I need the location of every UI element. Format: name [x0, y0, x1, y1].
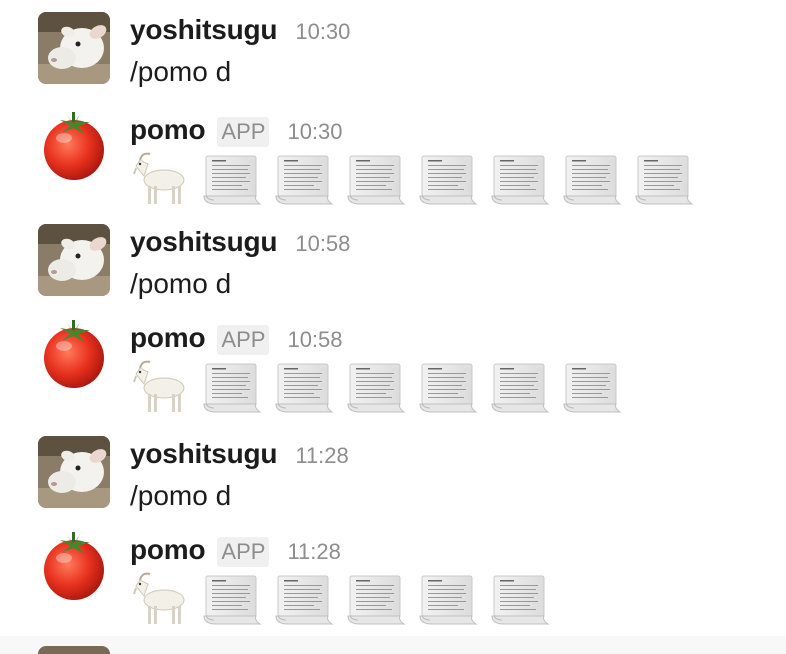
message-header: yoshitsugu 10:30	[130, 14, 350, 46]
goat-avatar-icon[interactable]	[38, 224, 110, 296]
message-text: /pomo d	[130, 56, 232, 87]
tomato-icon[interactable]	[38, 318, 110, 390]
page-curl-icon	[202, 574, 262, 626]
sender-name[interactable]: pomo	[130, 534, 206, 566]
page-curl-icon	[490, 574, 550, 626]
tomato-icon[interactable]	[38, 530, 110, 602]
goat-icon	[130, 150, 192, 206]
page-curl-icon	[346, 154, 406, 206]
sender-name[interactable]: yoshitsugu	[130, 438, 278, 470]
sender-name[interactable]: yoshitsugu	[130, 14, 278, 46]
page-curl-icon	[202, 362, 262, 414]
page-curl-icon	[418, 154, 478, 206]
page-curl-icon	[418, 362, 478, 414]
page-curl-icon	[490, 362, 550, 414]
app-badge: APP	[217, 537, 270, 567]
message-header: pomo APP 10:58	[130, 322, 343, 355]
app-badge: APP	[217, 325, 270, 355]
sender-name[interactable]: yoshitsugu	[130, 226, 278, 258]
page-curl-icon	[274, 362, 334, 414]
page-curl-icon	[634, 154, 694, 206]
sender-name[interactable]: pomo	[130, 322, 206, 354]
page-curl-icon	[202, 154, 262, 206]
message-timestamp[interactable]: 10:58	[287, 327, 342, 353]
message-timestamp[interactable]: 10:30	[287, 119, 342, 145]
page-curl-icon	[418, 574, 478, 626]
peek-avatar	[38, 646, 110, 654]
app-badge: APP	[217, 117, 270, 147]
emoji-row	[130, 570, 562, 626]
message-timestamp[interactable]: 11:28	[287, 539, 340, 565]
message-timestamp[interactable]: 10:30	[295, 19, 350, 45]
message-header: yoshitsugu 10:58	[130, 226, 350, 258]
message-timestamp[interactable]: 10:58	[295, 231, 350, 257]
emoji-row	[130, 358, 634, 414]
goat-avatar-icon[interactable]	[38, 12, 110, 84]
message-text: /pomo d	[130, 480, 232, 511]
page-curl-icon	[562, 362, 622, 414]
goat-icon	[130, 570, 192, 626]
goat-icon	[130, 358, 192, 414]
page-curl-icon	[490, 154, 550, 206]
page-curl-icon	[274, 154, 334, 206]
page-curl-icon	[562, 154, 622, 206]
next-message-preview	[0, 636, 786, 654]
page-curl-icon	[346, 362, 406, 414]
message-header: yoshitsugu 11:28	[130, 438, 349, 470]
message-timestamp[interactable]: 11:28	[295, 443, 348, 469]
goat-avatar-icon[interactable]	[38, 436, 110, 508]
emoji-row	[130, 150, 706, 206]
message-header: pomo APP 10:30	[130, 114, 343, 147]
sender-name[interactable]: pomo	[130, 114, 206, 146]
tomato-icon[interactable]	[38, 110, 110, 182]
message-text: /pomo d	[130, 268, 232, 299]
message-header: pomo APP 11:28	[130, 534, 341, 567]
page-curl-icon	[274, 574, 334, 626]
page-curl-icon	[346, 574, 406, 626]
